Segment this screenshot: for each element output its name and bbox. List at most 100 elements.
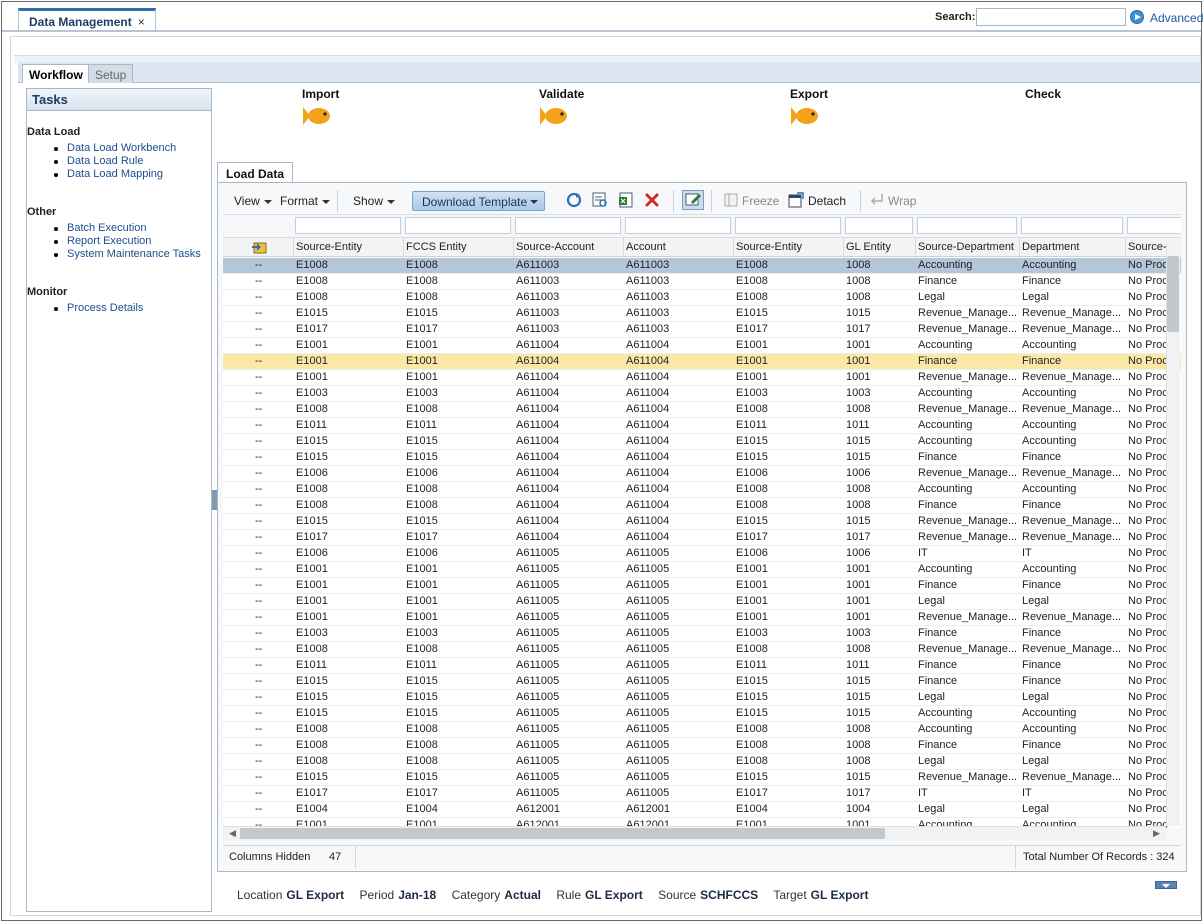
pov-location[interactable]: GL Export [286,888,344,902]
table-row[interactable]: -- E1008 E1008 A611003 A611003 E1008 1008 Legal… [223,290,1181,306]
refresh-icon[interactable] [566,192,582,208]
table-row[interactable]: -- E1015 E1015 A611005 A611005 E1015 1015 Finan… [223,674,1181,690]
table-row[interactable]: -- E1008 E1008 A611003 A611003 E1008 1008 Finan… [223,274,1181,290]
column-filter-input[interactable] [1021,217,1123,234]
table-row[interactable]: -- E1006 E1006 A611005 A611005 E1006 1006 IT IT N… [223,546,1181,562]
table-cell: E1001 [406,563,438,575]
column-filter-input[interactable] [1127,217,1181,234]
task-link[interactable]: System Maintenance Tasks [54,248,201,261]
show-menu[interactable]: Show [353,194,396,208]
table-row[interactable]: -- E1015 E1015 A611004 A611004 E1015 1015 Accou… [223,434,1181,450]
table-row[interactable]: -- E1011 E1011 A611005 A611005 E1011 1011 Finan… [223,658,1181,674]
table-cell: E1015 [296,435,328,447]
column-header[interactable]: Source-Entity [736,241,841,253]
scroll-right-icon[interactable]: ▶ [1153,828,1160,839]
table-cell: Revenue_Manage... [1022,467,1122,479]
tab-setup[interactable]: Setup [88,64,134,83]
table-row[interactable]: -- E1001 E1001 A611004 A611004 E1001 1001 Accou… [223,338,1181,354]
table-row[interactable]: -- E1001 E1001 A611004 A611004 E1001 1001 Reven… [223,370,1181,386]
pov-menu-button[interactable] [1155,881,1177,889]
table-cell: 1008 [846,259,871,271]
table-row[interactable]: -- E1015 E1015 A611004 A611004 E1015 1015 Reven… [223,514,1181,530]
column-filter-input[interactable] [515,217,621,234]
task-link[interactable]: Data Load Workbench [53,142,176,155]
scroll-left-icon[interactable]: ◀ [229,828,236,839]
column-filter-input[interactable] [735,217,841,234]
row-status-cell: -- [255,739,263,751]
column-header[interactable]: Account [626,241,731,253]
column-filter-input[interactable] [625,217,731,234]
query-by-example-icon[interactable] [251,240,267,255]
table-row[interactable]: -- E1017 E1017 A611005 A611005 E1017 1017 IT IT N… [223,786,1181,802]
table-row[interactable]: -- E1003 E1003 A611004 A611004 E1003 1003 Accou… [223,386,1181,402]
column-header[interactable]: Department [1022,241,1123,253]
table-row[interactable]: -- E1015 E1015 A611004 A611004 E1015 1015 Finan… [223,450,1181,466]
detach-icon[interactable] [788,192,804,208]
pov-category[interactable]: Actual [504,888,541,902]
table-cell: 1015 [846,307,871,319]
format-menu[interactable]: Format [280,194,331,208]
table-row[interactable]: -- E1015 E1015 A611005 A611005 E1015 1015 Legal… [223,690,1181,706]
table-row[interactable]: -- E1017 E1017 A611004 A611004 E1017 1017 Reven… [223,530,1181,546]
view-menu[interactable]: View [234,194,272,208]
table-cell: E1001 [296,611,328,623]
task-link[interactable]: Data Load Mapping [53,168,176,181]
table-row[interactable]: -- E1008 E1008 A611005 A611005 E1008 1008 Finan… [223,738,1181,754]
task-link[interactable]: Data Load Rule [53,155,176,168]
table-row[interactable]: -- E1006 E1006 A611004 A611004 E1006 1006 Reven… [223,466,1181,482]
close-icon[interactable]: × [138,15,145,29]
tab-load-data[interactable]: Load Data [217,162,294,183]
table-row[interactable]: -- E1015 E1015 A611005 A611005 E1015 1015 Accou… [223,706,1181,722]
table-row[interactable]: -- E1001 E1001 A611005 A611005 E1001 1001 Finan… [223,578,1181,594]
column-filter-input[interactable] [917,217,1017,234]
task-link[interactable]: Batch Execution [54,222,201,235]
table-row[interactable]: -- E1008 E1008 A611004 A611004 E1008 1008 Accou… [223,482,1181,498]
vertical-scroll-thumb[interactable] [1167,256,1179,332]
table-row[interactable]: -- E1008 E1008 A611005 A611005 E1008 1008 Reven… [223,642,1181,658]
column-header[interactable]: Source-Entity [296,241,401,253]
column-header[interactable]: GL Entity [846,241,913,253]
table-row[interactable]: -- E1008 E1008 A611004 A611004 E1008 1008 Finan… [223,498,1181,514]
table-row[interactable]: -- E1017 E1017 A611003 A611003 E1017 1017 Reven… [223,322,1181,338]
column-header[interactable]: FCCS Entity [406,241,511,253]
horizontal-scroll-thumb[interactable] [240,828,885,839]
table-cell: A611005 [626,771,670,783]
column-header[interactable]: Source-Department [918,241,1017,253]
column-filter-input[interactable] [295,217,401,234]
edit-grid-icon[interactable] [682,190,704,210]
table-cell: E1008 [736,291,768,303]
excel-export-icon[interactable] [618,192,634,208]
detach-button[interactable]: Detach [808,194,846,208]
search-input[interactable] [976,8,1126,26]
column-filter-input[interactable] [405,217,511,234]
download-template-button[interactable]: Download Template [412,191,545,211]
table-row[interactable]: -- E1001 E1001 A611005 A611005 E1001 1001 Accou… [223,562,1181,578]
task-link[interactable]: Process Details [53,302,143,315]
column-filter-input[interactable] [845,217,913,234]
pov-period[interactable]: Jan-18 [398,888,436,902]
tab-workflow[interactable]: Workflow [22,64,90,83]
table-row[interactable]: -- E1011 E1011 A611004 A611004 E1011 1011 Accou… [223,418,1181,434]
table-row[interactable]: -- E1001 E1001 A611005 A611005 E1001 1001 Legal… [223,594,1181,610]
table-row[interactable]: -- E1001 E1001 A611005 A611005 E1001 1001 Reven… [223,610,1181,626]
table-row[interactable]: -- E1015 E1015 A611005 A611005 E1015 1015 Reven… [223,770,1181,786]
task-link[interactable]: Report Execution [54,235,201,248]
table-row[interactable]: -- E1008 E1008 A611003 A611003 E1008 1008 Accou… [223,258,1181,274]
table-cell: E1001 [736,355,768,367]
delete-icon[interactable] [644,192,660,208]
advanced-search-link[interactable]: Advanced [1150,11,1203,25]
table-cell: Finance [918,355,958,367]
column-header[interactable]: Source-Account [516,241,621,253]
chevron-down-icon [387,199,396,204]
play-icon[interactable] [1130,10,1144,24]
table-row[interactable]: -- E1008 E1008 A611004 A611004 E1008 1008 Reven… [223,402,1181,418]
query-icon[interactable] [592,192,608,208]
table-row[interactable]: -- E1003 E1003 A611005 A611005 E1003 1003 Finan… [223,626,1181,642]
table-row[interactable]: -- E1004 E1004 A612001 A612001 E1004 1004 Legal… [223,802,1181,818]
table-row[interactable]: -- E1001 E1001 A611004 A611004 E1001 1001 Finan… [223,354,1181,370]
table-row[interactable]: -- E1015 E1015 A611003 A611003 E1015 1015 Reven… [223,306,1181,322]
table-cell: Revenue_Manage... [918,323,1016,335]
tab-data-management[interactable]: Data Management × [18,8,156,30]
table-row[interactable]: -- E1008 E1008 A611005 A611005 E1008 1008 Legal… [223,754,1181,770]
table-row[interactable]: -- E1008 E1008 A611005 A611005 E1008 1008 Accou… [223,722,1181,738]
